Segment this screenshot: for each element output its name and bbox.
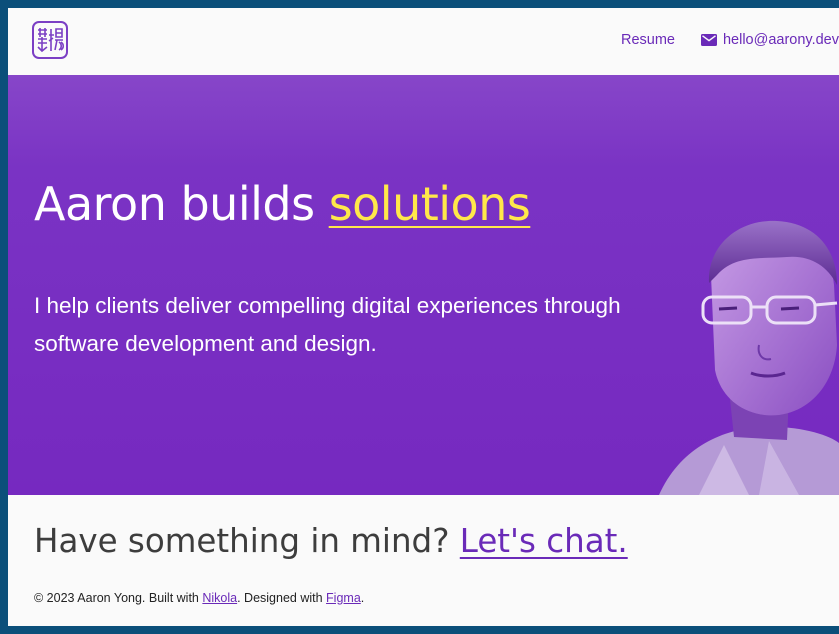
page-frame: Resume hello@aarony.dev Aaron builds sol…	[8, 8, 839, 626]
site-header: Resume hello@aarony.dev	[8, 8, 839, 75]
copyright-period: .	[360, 591, 365, 605]
cta-text: Have something in mind?	[34, 522, 460, 560]
logo-seal-icon[interactable]	[32, 21, 68, 59]
email-link[interactable]: hello@aarony.dev	[700, 32, 839, 48]
copyright-text: © 2023 Aaron Yong. Built with	[34, 591, 203, 605]
hero-section: Aaron builds solutions I help clients de…	[8, 75, 839, 495]
resume-link[interactable]: Resume	[621, 32, 675, 48]
mail-icon	[700, 34, 717, 46]
lets-chat-link[interactable]: Let's chat.	[460, 522, 628, 560]
hero-title-highlight: solutions	[328, 177, 531, 231]
header-nav: Resume hello@aarony.dev	[621, 30, 839, 50]
footer-copyright: © 2023 Aaron Yong. Built with Nikola. De…	[34, 591, 364, 605]
hero-title-prefix: Aaron builds	[34, 177, 329, 231]
email-label: hello@aarony.dev	[722, 32, 839, 48]
designed-with-text: . Designed with	[237, 591, 327, 605]
portrait-image	[659, 220, 839, 495]
figma-link[interactable]: Figma	[326, 591, 361, 605]
nikola-link[interactable]: Nikola	[202, 591, 237, 605]
cta-heading: Have something in mind? Let's chat.	[34, 522, 628, 560]
hero-subtitle: I help clients deliver compelling digita…	[34, 293, 621, 356]
hero-title: Aaron builds solutions	[34, 177, 531, 231]
